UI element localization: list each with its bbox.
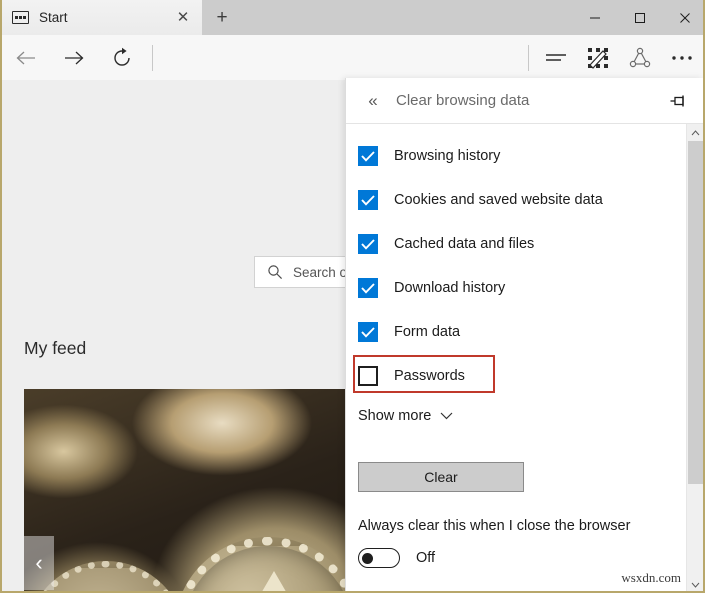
back-button[interactable] bbox=[2, 35, 50, 80]
panel-header: « Clear browsing data bbox=[346, 78, 703, 124]
checkbox-label: Download history bbox=[394, 280, 505, 296]
checkbox-row-passwords[interactable]: Passwords bbox=[358, 364, 703, 388]
browser-window: Start ✕ + bbox=[0, 0, 705, 593]
watermark: wsxdn.com bbox=[621, 570, 681, 586]
refresh-button[interactable] bbox=[98, 35, 146, 80]
search-icon bbox=[267, 264, 283, 280]
checkbox-row-browsing-history[interactable]: Browsing history bbox=[358, 144, 703, 168]
checkbox-row-form-data[interactable]: Form data bbox=[358, 320, 703, 344]
checkbox-unchecked-icon[interactable] bbox=[358, 366, 378, 386]
window-controls bbox=[572, 0, 705, 35]
scrollbar-thumb[interactable] bbox=[688, 141, 703, 484]
checkbox-label: Cookies and saved website data bbox=[394, 192, 603, 208]
my-feed-heading: My feed bbox=[24, 338, 86, 359]
panel-body: Browsing history Cookies and saved websi… bbox=[346, 124, 703, 593]
always-clear-label: Always clear this when I close the brows… bbox=[358, 518, 703, 534]
checkbox-label: Cached data and files bbox=[394, 236, 534, 252]
checkbox-label: Browsing history bbox=[394, 148, 500, 164]
toolbar-actions bbox=[522, 35, 703, 80]
show-more-button[interactable]: Show more bbox=[358, 408, 703, 424]
scroll-down-icon[interactable] bbox=[687, 576, 704, 593]
checkbox-checked-icon[interactable] bbox=[358, 146, 378, 166]
navigation-toolbar bbox=[2, 35, 705, 80]
start-page-icon bbox=[12, 11, 29, 24]
web-note-icon[interactable] bbox=[577, 35, 619, 80]
forward-button[interactable] bbox=[50, 35, 98, 80]
ethereum-logo-top bbox=[238, 571, 310, 593]
feed-card[interactable]: ethe ‹ People... bbox=[24, 389, 354, 593]
clear-button[interactable]: Clear bbox=[358, 462, 524, 492]
checkbox-row-cookies[interactable]: Cookies and saved website data bbox=[358, 188, 703, 212]
panel-title: Clear browsing data bbox=[396, 92, 665, 109]
always-clear-toggle-row[interactable]: Off bbox=[358, 548, 703, 568]
checkbox-label: Form data bbox=[394, 324, 460, 340]
scroll-up-icon[interactable] bbox=[687, 124, 704, 141]
toggle-state-label: Off bbox=[416, 550, 435, 566]
panel-scrollbar[interactable] bbox=[686, 124, 703, 593]
browser-tab-start[interactable]: Start ✕ bbox=[2, 0, 202, 35]
toolbar-divider bbox=[152, 45, 153, 71]
panel-back-button[interactable]: « bbox=[358, 86, 388, 116]
tab-strip: Start ✕ + bbox=[2, 0, 705, 35]
checkbox-checked-icon[interactable] bbox=[358, 278, 378, 298]
minimize-button[interactable] bbox=[572, 0, 617, 35]
actions-divider bbox=[528, 45, 529, 71]
checkbox-row-download-history[interactable]: Download history bbox=[358, 276, 703, 300]
hub-icon[interactable] bbox=[535, 35, 577, 80]
toggle-knob bbox=[362, 553, 373, 564]
checkbox-label: Passwords bbox=[394, 368, 465, 384]
pin-icon[interactable] bbox=[665, 87, 693, 115]
new-tab-button[interactable]: + bbox=[202, 0, 242, 35]
share-icon[interactable] bbox=[619, 35, 661, 80]
checkbox-row-cached-data[interactable]: Cached data and files bbox=[358, 232, 703, 256]
more-icon[interactable] bbox=[661, 35, 703, 80]
maximize-button[interactable] bbox=[617, 0, 662, 35]
always-clear-toggle[interactable] bbox=[358, 548, 400, 568]
checkbox-checked-icon[interactable] bbox=[358, 234, 378, 254]
tab-title: Start bbox=[39, 10, 172, 25]
checkbox-checked-icon[interactable] bbox=[358, 322, 378, 342]
checkbox-checked-icon[interactable] bbox=[358, 190, 378, 210]
chevron-down-icon bbox=[440, 412, 453, 420]
show-more-label: Show more bbox=[358, 408, 431, 424]
clear-browsing-data-panel: « Clear browsing data Browsing history bbox=[345, 78, 703, 593]
close-window-button[interactable] bbox=[662, 0, 705, 35]
search-placeholder-text: Search o bbox=[293, 265, 347, 280]
close-tab-icon[interactable]: ✕ bbox=[172, 7, 194, 29]
carousel-prev-button[interactable]: ‹ bbox=[24, 536, 54, 590]
